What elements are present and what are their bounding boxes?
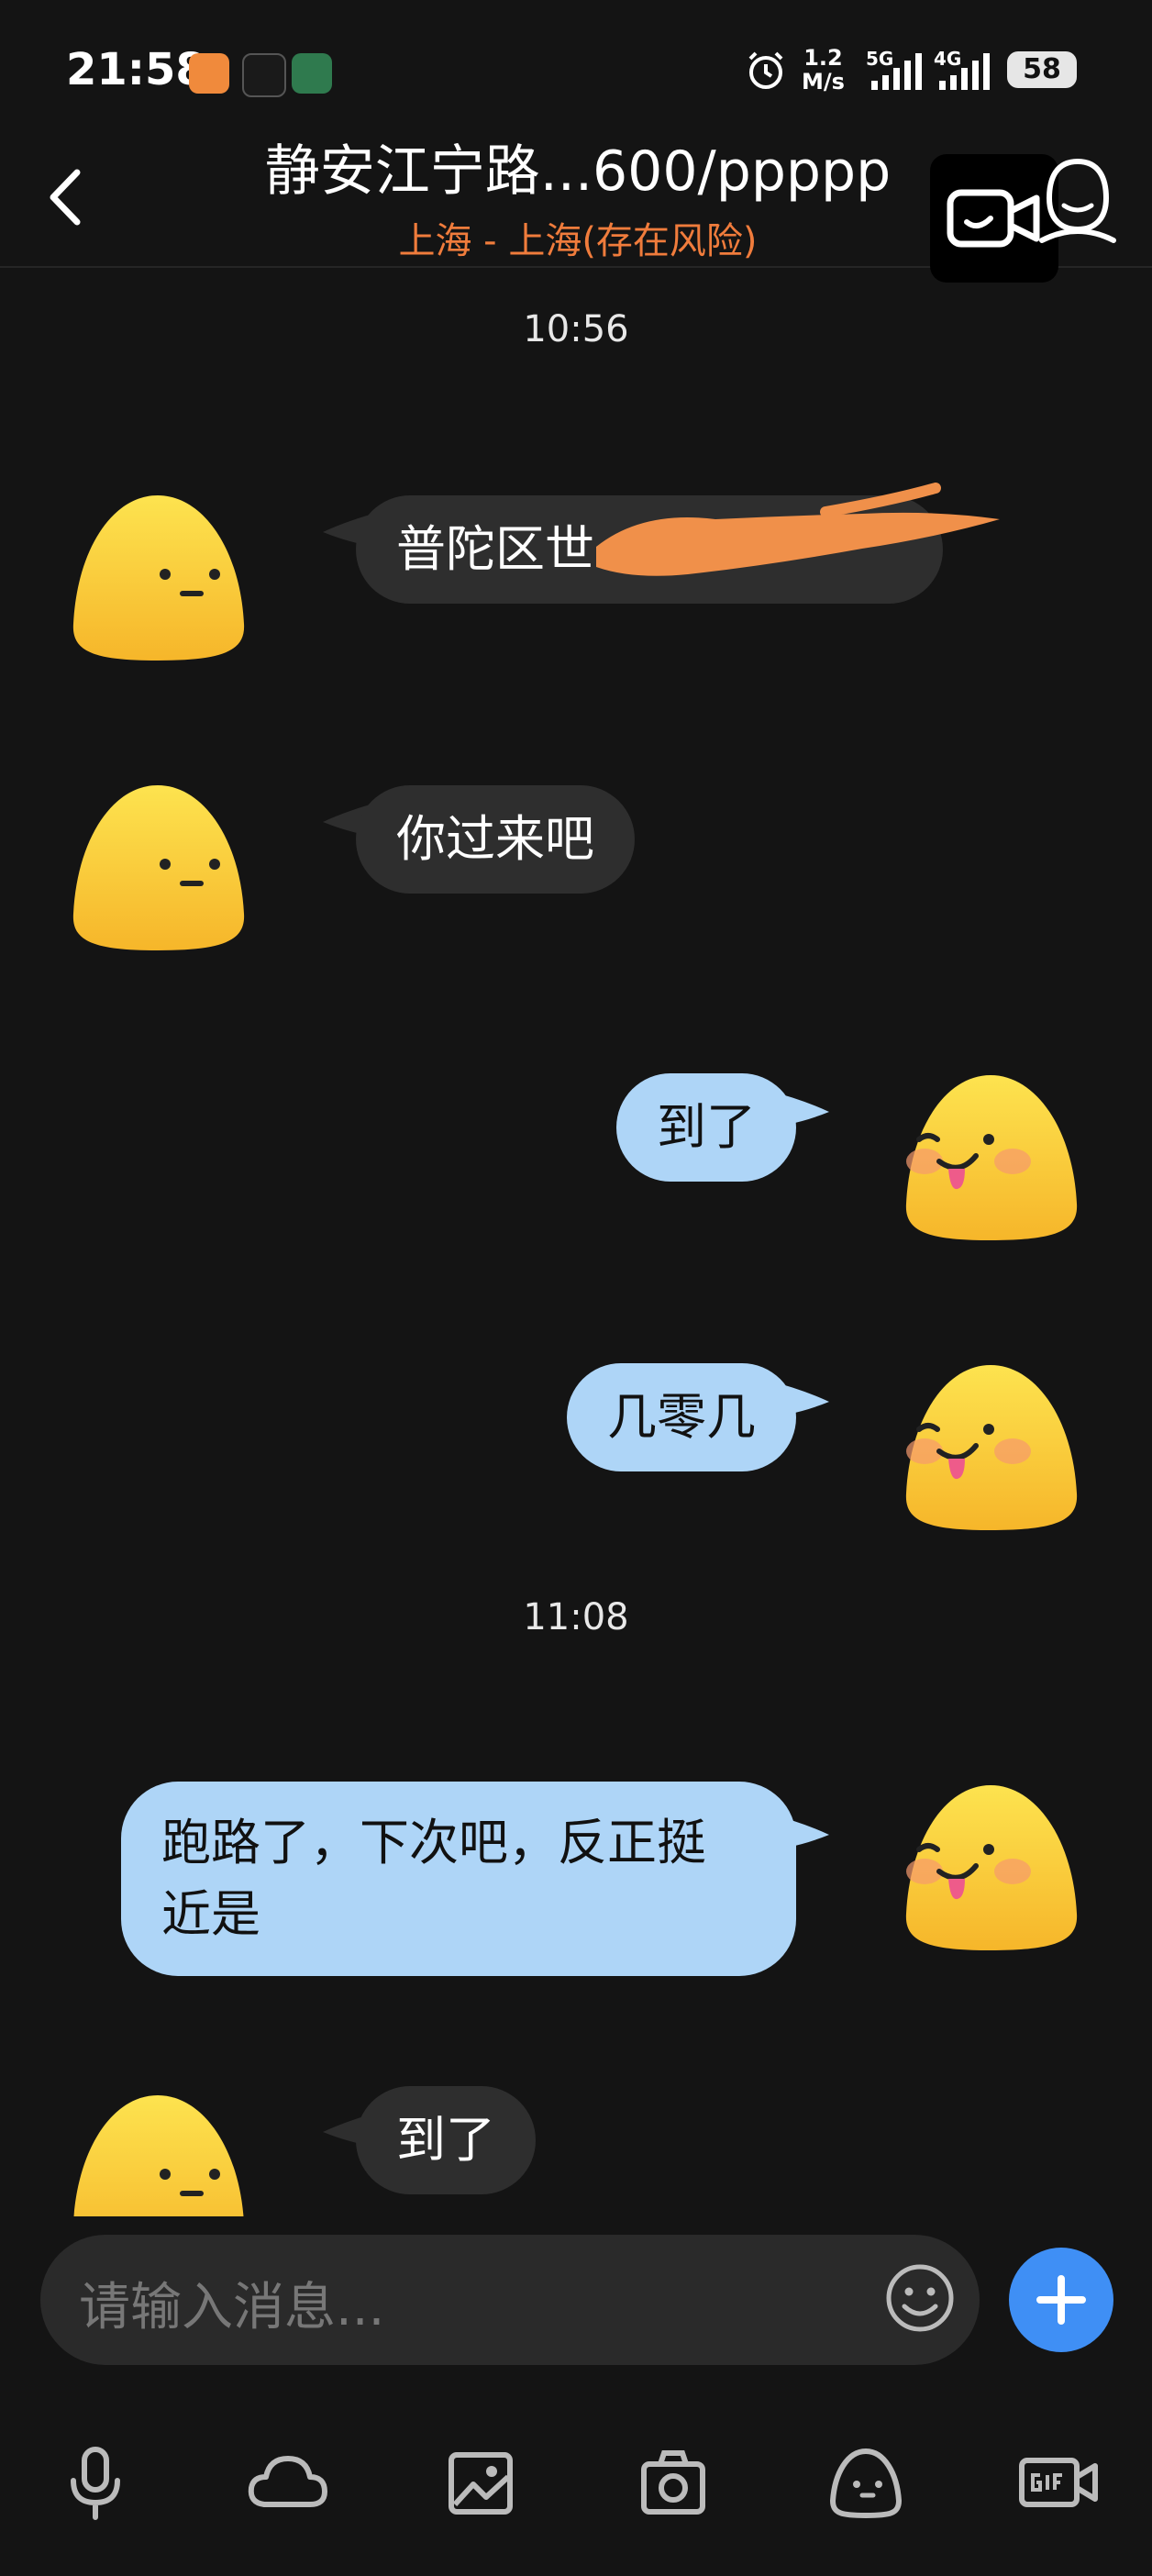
message-timestamp: 11:08: [523, 1596, 629, 1638]
chat-location-warning: 上海 - 上海(存在风险): [398, 220, 758, 262]
battery-icon: 58: [1007, 51, 1077, 88]
bubble-tail: [765, 1380, 829, 1416]
more-actions-button[interactable]: [1009, 2248, 1113, 2352]
bubble-tail: [765, 1090, 829, 1127]
message-bubble-incoming[interactable]: 到了: [356, 2086, 536, 2194]
emoji-icon[interactable]: [879, 2257, 961, 2339]
message-text: 几零几: [607, 1388, 756, 1446]
signal-bars-icon: [871, 53, 922, 90]
sticker-icon[interactable]: [820, 2437, 912, 2528]
cloud-icon[interactable]: [242, 2437, 334, 2528]
message-row-clipped: 到了: [0, 2073, 1152, 2216]
bubble-tail: [765, 1813, 829, 1849]
avatar-self[interactable]: [899, 1776, 1082, 1960]
avatar-contact[interactable]: [66, 2086, 249, 2216]
message-text: 普陀区世: [396, 520, 594, 578]
avatar-self[interactable]: [899, 1066, 1082, 1249]
message-text-line: 跑路了，下次吧，反正挺: [161, 1814, 706, 1871]
net-speed-unit: M/s: [802, 69, 845, 94]
signal-5g: 5G: [866, 48, 922, 90]
image-icon[interactable]: [435, 2437, 526, 2528]
camera-icon[interactable]: [627, 2437, 719, 2528]
avatar-self[interactable]: [899, 1356, 1082, 1539]
app-icon-dark: [242, 53, 286, 97]
message-text-line: 近是: [161, 1885, 260, 1943]
message-bubble-outgoing[interactable]: 几零几: [567, 1363, 796, 1471]
message-timestamp: 10:56: [523, 308, 629, 350]
battery-level: 58: [1023, 53, 1061, 85]
plus-icon: [1036, 2275, 1086, 2325]
avatar-contact[interactable]: [66, 776, 249, 960]
avatar-contact[interactable]: [66, 486, 249, 670]
message-bubble-incoming[interactable]: 你过来吧: [356, 785, 635, 894]
redaction-scribble: [596, 483, 1000, 576]
net-speed: 1.2 M/s: [802, 46, 845, 94]
contact-profile-icon[interactable]: [1036, 154, 1119, 246]
signal-4g: 4G: [934, 48, 990, 90]
message-bubble-outgoing[interactable]: 跑路了，下次吧，反正挺 近是: [121, 1782, 796, 1976]
signal-bars-icon: [939, 53, 990, 90]
app-icon-orange: [189, 53, 229, 94]
status-time: 21:58: [66, 44, 206, 95]
message-text: 到了: [657, 1098, 756, 1156]
back-arrow-icon[interactable]: [40, 165, 95, 229]
message-text: 你过来吧: [396, 810, 594, 868]
message-input-placeholder: 请输入消息...: [79, 2278, 385, 2337]
app-icon-green: [292, 53, 332, 94]
net-speed-value: 1.2: [803, 45, 843, 71]
gif-icon[interactable]: [1013, 2437, 1104, 2528]
message-text: 到了: [396, 2111, 495, 2169]
microphone-icon[interactable]: [50, 2437, 141, 2528]
alarm-icon: [748, 51, 783, 89]
chat-title: 静安江宁路...600/ppppp: [264, 139, 892, 204]
